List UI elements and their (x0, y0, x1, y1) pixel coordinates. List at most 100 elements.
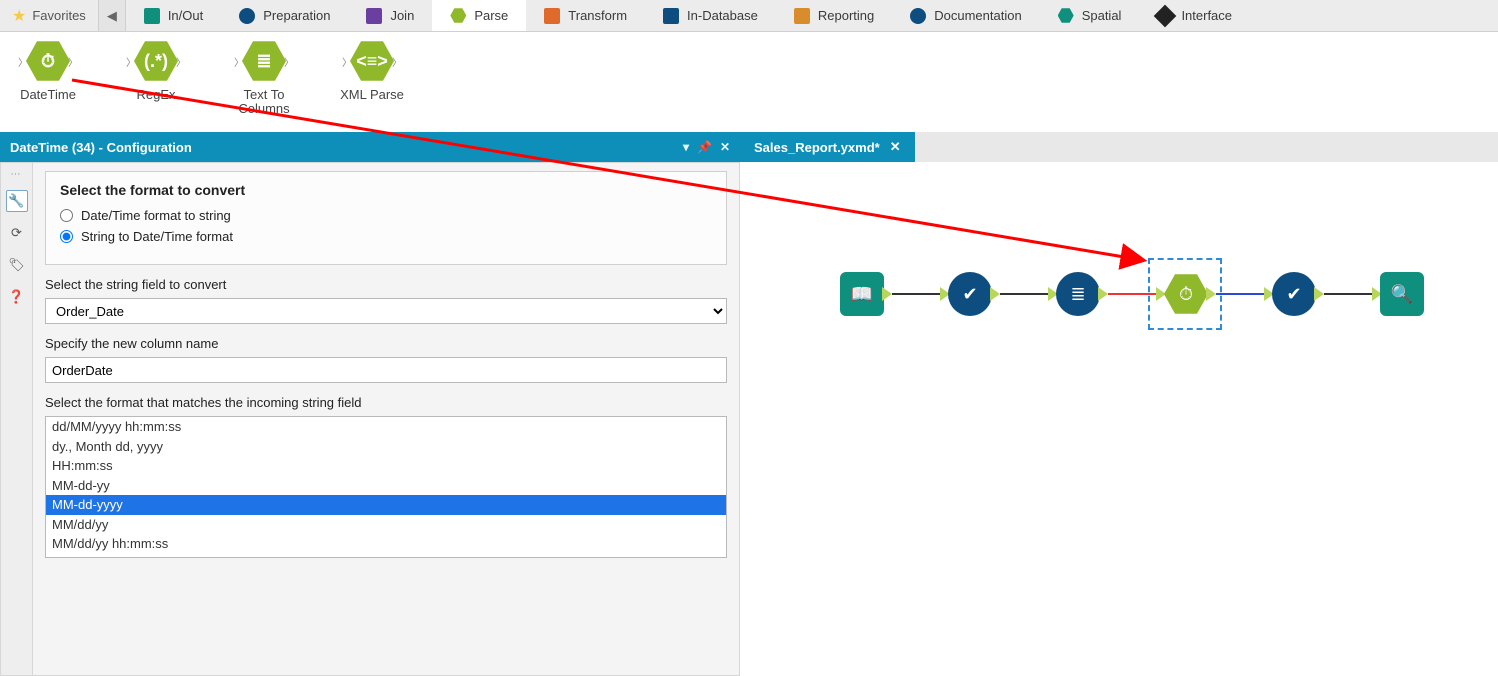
tool-regex[interactable]: 〉(.*)〉RegEx (116, 38, 196, 102)
ribbon-tab-label: Transform (568, 8, 627, 23)
ribbon-tab-label: Preparation (263, 8, 330, 23)
radio-string-to-date-input[interactable] (60, 230, 73, 243)
in-out-icon (144, 8, 160, 24)
canvas-edge (1216, 293, 1264, 295)
canvas-node-input[interactable]: 📖 (840, 272, 892, 316)
tool-text-to-columns[interactable]: 〉≣〉Text To Columns (224, 38, 304, 117)
tool-label: DateTime (20, 88, 76, 102)
favorites-tab[interactable]: ★ Favorites (0, 0, 98, 31)
format-option[interactable]: dy., Month dd, yyyy (46, 437, 726, 457)
dropdown-icon[interactable]: ▾ (683, 140, 689, 154)
format-list[interactable]: dd/MM/yyyy hh:mm:ssdy., Month dd, yyyyHH… (45, 416, 727, 558)
spatial-icon (1058, 8, 1074, 24)
ribbon-tab-label: Interface (1181, 8, 1232, 23)
pin-icon[interactable]: 📌 (697, 140, 712, 154)
canvas-panel: Sales_Report.yxmd* ✕ 📖 ✔ ≣ ⏱ ✔ 🔍 (740, 132, 1498, 676)
document-tab-label: Sales_Report.yxmd* (754, 140, 880, 155)
documentation-icon (910, 8, 926, 24)
tool-icon: <≡> (350, 39, 394, 83)
format-option[interactable]: MM-dd-yyyy (46, 495, 726, 515)
parse-icon (450, 8, 466, 24)
string-field-label: Select the string field to convert (45, 277, 727, 292)
interface-icon (1157, 8, 1173, 24)
node-icon: ✔ (948, 272, 992, 316)
node-icon: ≣ (1056, 272, 1100, 316)
ribbon-tab-preparation[interactable]: Preparation (221, 0, 348, 31)
tool-label: XML Parse (340, 88, 404, 102)
node-icon: ⏱ (1164, 272, 1208, 316)
document-tab[interactable]: Sales_Report.yxmd* ✕ (740, 132, 915, 162)
ribbon-tab-label: Spatial (1082, 8, 1122, 23)
workflow-canvas[interactable]: 📖 ✔ ≣ ⏱ ✔ 🔍 (740, 162, 1498, 676)
canvas-edge (1324, 293, 1372, 295)
tool-datetime[interactable]: 〉⏱〉DateTime (8, 38, 88, 102)
config-panel: DateTime (34) - Configuration ▾ 📌 ✕ ⋯ 🔧 … (0, 132, 740, 676)
ribbon-tab-label: Join (390, 8, 414, 23)
canvas-edge (1000, 293, 1048, 295)
canvas-node-select[interactable]: ✔ (940, 272, 1000, 316)
ribbon-tab-spatial[interactable]: Spatial (1040, 0, 1140, 31)
format-option[interactable]: MM/dd/yy hh:mm:ss (46, 534, 726, 554)
canvas-node-browse[interactable]: 🔍 (1372, 272, 1424, 316)
config-body: ⋯ 🔧 ⟳ 🏷 ❓ Select the format to convert D… (0, 162, 740, 676)
close-icon[interactable]: ✕ (720, 140, 730, 154)
format-option[interactable]: MM/dd/yy (46, 515, 726, 535)
canvas-node-datetime[interactable]: ⏱ (1156, 272, 1216, 316)
ribbon-tab-interface[interactable]: Interface (1139, 0, 1250, 31)
ribbon: ★ Favorites ◀ In/Out Preparation Join Parse… (0, 0, 1498, 32)
join-icon (366, 8, 382, 24)
canvas-node-select2[interactable]: ✔ (1264, 272, 1324, 316)
refresh-icon[interactable]: ⟳ (6, 222, 28, 244)
new-column-label: Specify the new column name (45, 336, 727, 351)
node-icon: 📖 (840, 272, 884, 316)
tool-palette: 〉⏱〉DateTime 〉(.*)〉RegEx 〉≣〉Text To Columns… (0, 32, 1498, 132)
tool-xml-parse[interactable]: 〉<≡>〉XML Parse (332, 38, 412, 102)
in-database-icon (663, 8, 679, 24)
canvas-edge (892, 293, 940, 295)
format-option[interactable]: MM-dd-yy (46, 476, 726, 496)
ribbon-tab-label: In/Out (168, 8, 203, 23)
ribbon-tab-in-out[interactable]: In/Out (126, 0, 221, 31)
new-column-input[interactable] (45, 357, 727, 383)
close-icon[interactable]: ✕ (890, 139, 901, 155)
ribbon-tab-parse[interactable]: Parse (432, 0, 526, 31)
workspace: DateTime (34) - Configuration ▾ 📌 ✕ ⋯ 🔧 … (0, 132, 1498, 676)
canvas-node-formula[interactable]: ≣ (1048, 272, 1108, 316)
ribbon-tab-join[interactable]: Join (348, 0, 432, 31)
star-icon: ★ (12, 6, 26, 26)
string-field-select[interactable]: Order_Date (45, 298, 727, 324)
ribbon-tab-label: In-Database (687, 8, 758, 23)
tool-icon: (.*) (134, 39, 178, 83)
help-icon[interactable]: ❓ (6, 286, 28, 308)
format-convert-title: Select the format to convert (60, 182, 712, 198)
tool-icon: ≣ (242, 39, 286, 83)
wrench-icon[interactable]: 🔧 (6, 190, 28, 212)
radio-date-to-string-input[interactable] (60, 209, 73, 222)
radio-date-to-string-label: Date/Time format to string (81, 208, 231, 223)
ribbon-tab-reporting[interactable]: Reporting (776, 0, 892, 31)
ribbon-tab-in-database[interactable]: In-Database (645, 0, 776, 31)
config-panel-title-bar: DateTime (34) - Configuration ▾ 📌 ✕ (0, 132, 740, 162)
ribbon-tab-label: Reporting (818, 8, 874, 23)
reporting-icon (794, 8, 810, 24)
config-panel-title: DateTime (34) - Configuration (10, 140, 192, 155)
drag-handle-icon[interactable]: ⋯ (11, 169, 23, 180)
ribbon-tab-documentation[interactable]: Documentation (892, 0, 1039, 31)
format-option[interactable]: dd/MM/yyyy hh:mm:ss (46, 417, 726, 437)
ribbon-scroll-left[interactable]: ◀ (98, 0, 126, 31)
ribbon-tab-transform[interactable]: Transform (526, 0, 645, 31)
node-icon: ✔ (1272, 272, 1316, 316)
radio-date-to-string[interactable]: Date/Time format to string (60, 208, 712, 223)
format-option[interactable]: HH:mm:ss (46, 456, 726, 476)
transform-icon (544, 8, 560, 24)
tool-label: Text To Columns (224, 88, 304, 117)
radio-string-to-date-label: String to Date/Time format (81, 229, 233, 244)
tag-icon[interactable]: 🏷 (6, 254, 28, 276)
config-side-strip: ⋯ 🔧 ⟳ 🏷 ❓ (1, 163, 33, 675)
ribbon-tab-label: Parse (474, 8, 508, 23)
node-icon: 🔍 (1380, 272, 1424, 316)
canvas-edge (1108, 293, 1156, 295)
preparation-icon (239, 8, 255, 24)
radio-string-to-date[interactable]: String to Date/Time format (60, 229, 712, 244)
format-list-label: Select the format that matches the incom… (45, 395, 727, 410)
